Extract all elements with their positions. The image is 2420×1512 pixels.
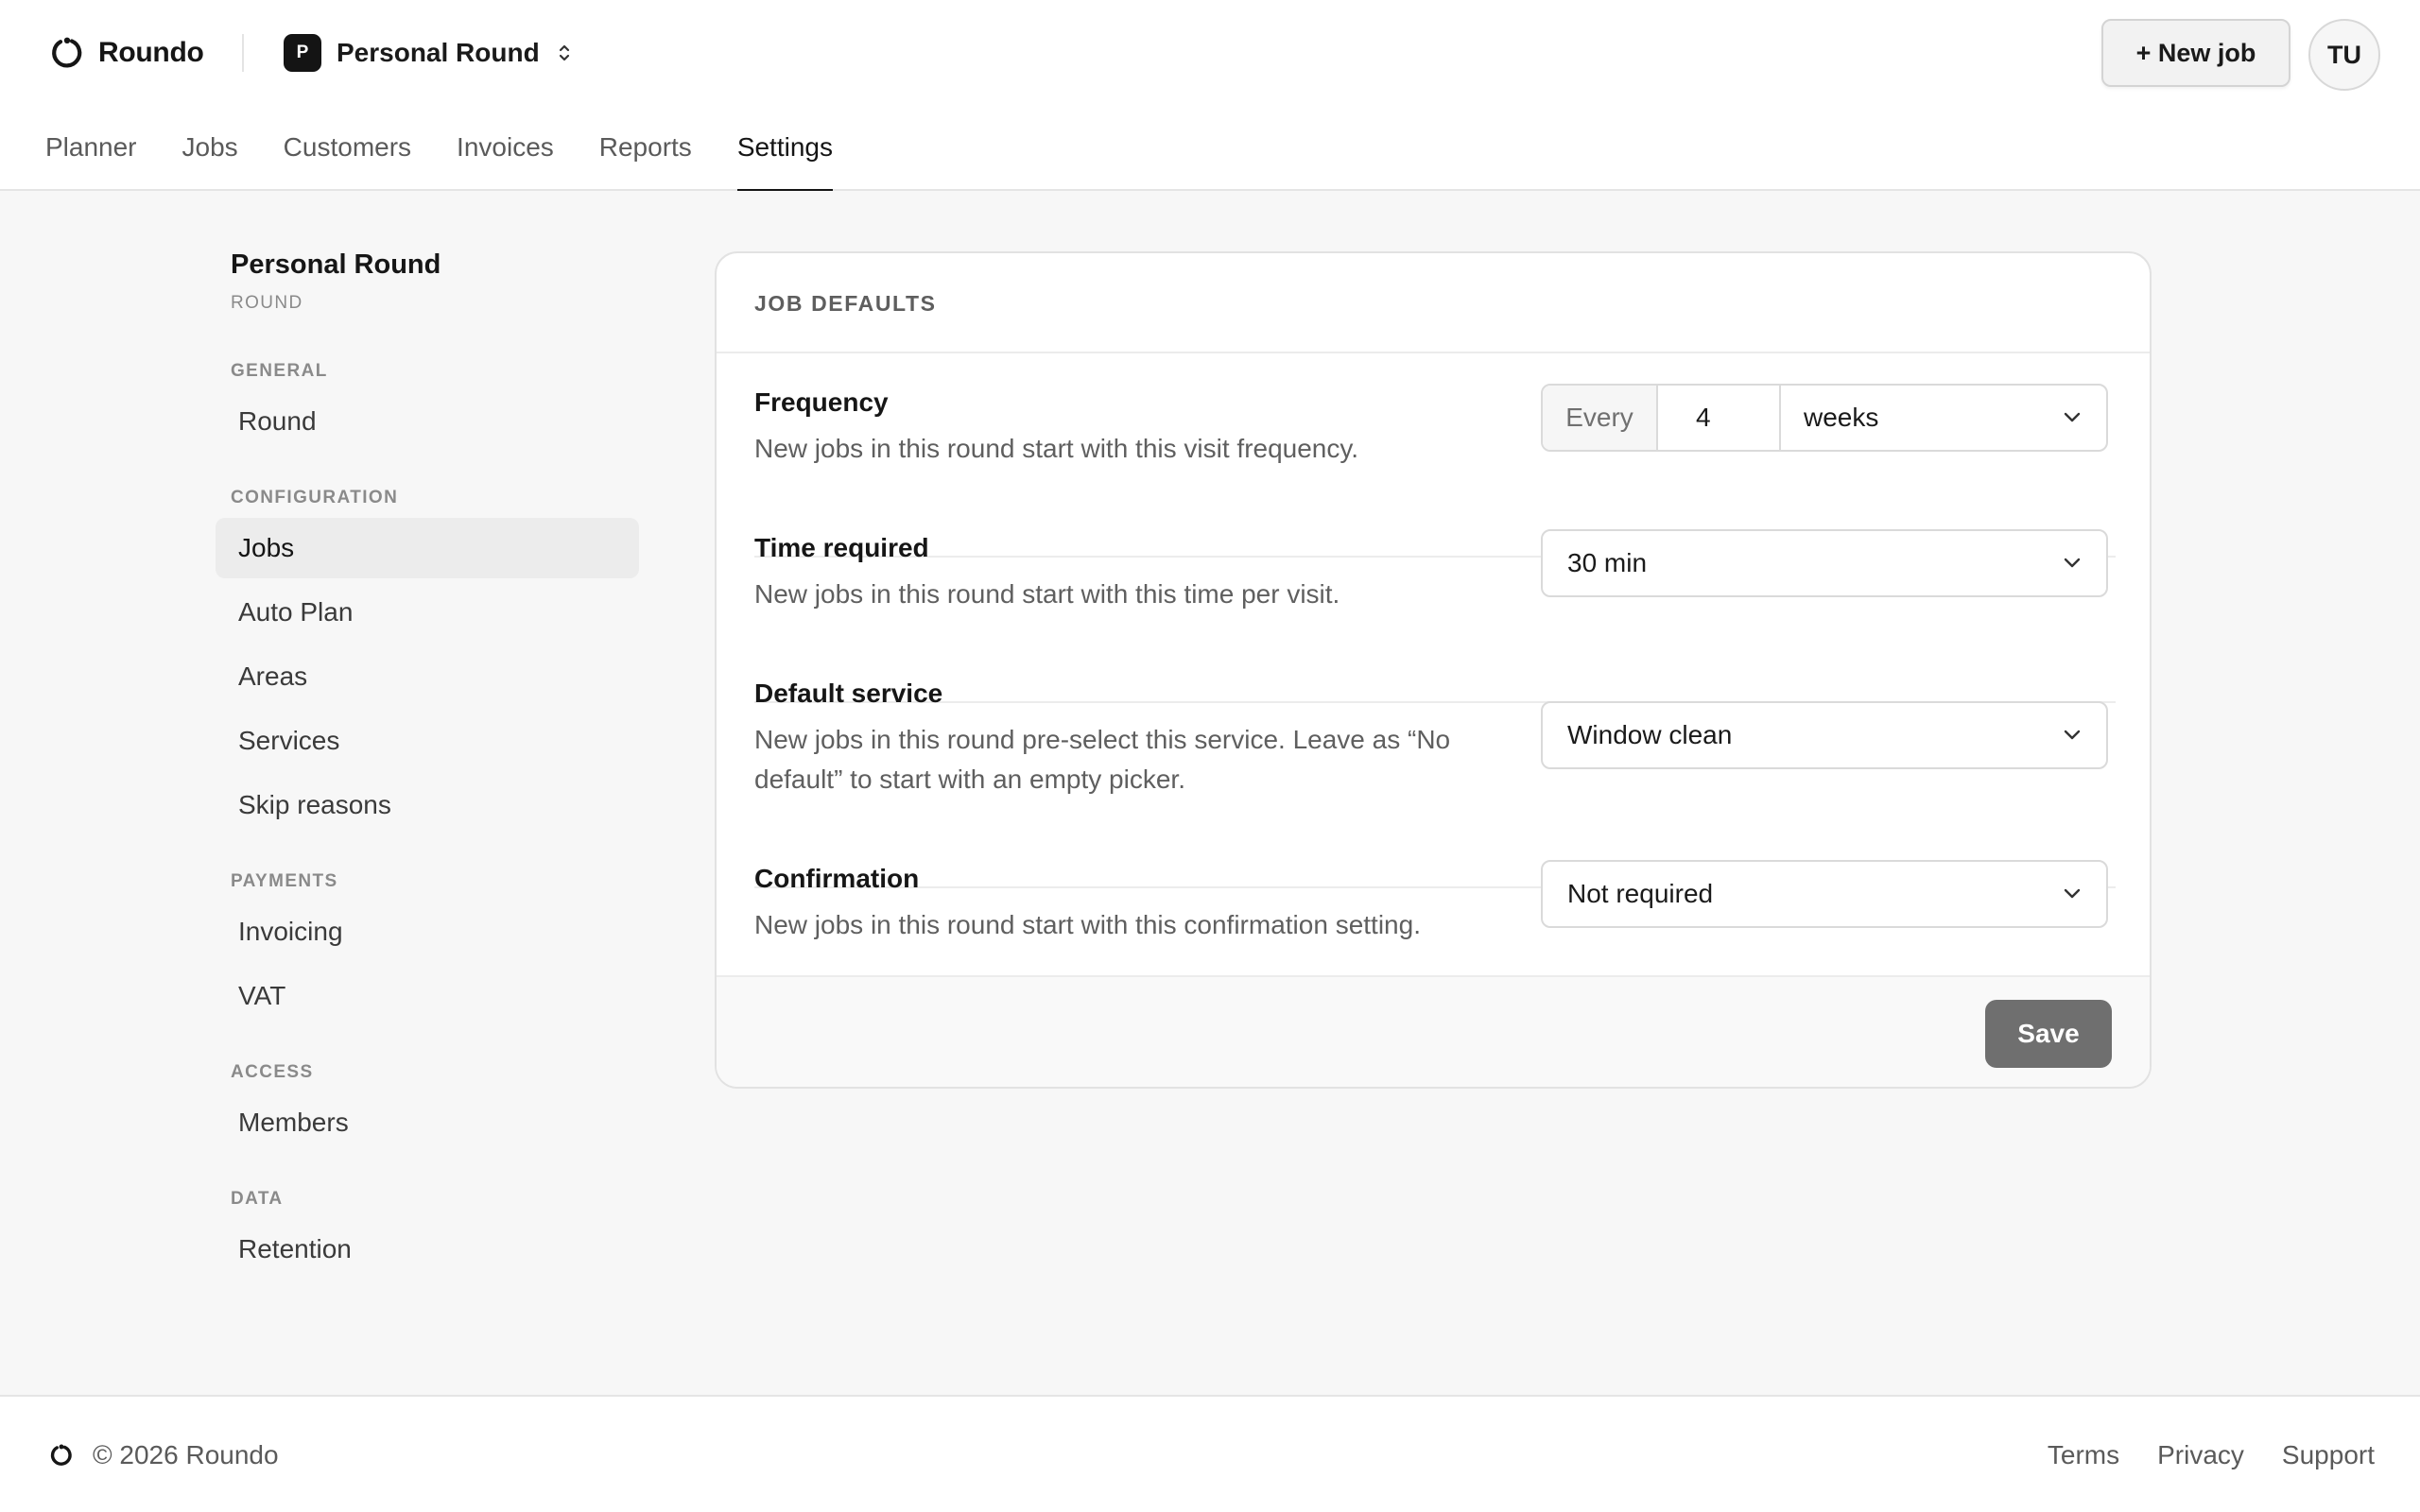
time-required-row: Time required New jobs in this round sta… [754, 529, 2116, 637]
footer-links: Terms Privacy Support [2010, 1438, 2375, 1472]
main-content: Personal Round ROUND GENERAL Round CONFI… [0, 191, 2420, 1395]
new-job-button[interactable]: + New job [2101, 19, 2290, 87]
sidebar-item-areas[interactable]: Areas [216, 646, 639, 707]
sidebar-section-access: ACCESS [231, 1062, 314, 1082]
default-service-select[interactable]: Window clean [1541, 701, 2108, 769]
sidebar-item-auto-plan[interactable]: Auto Plan [216, 582, 639, 643]
footer-copyright: © 2026 Roundo [93, 1440, 279, 1469]
confirmation-description: New jobs in this round start with this c… [754, 910, 1421, 939]
round-name: Personal Round [337, 38, 540, 67]
footer-link-terms[interactable]: Terms [2048, 1440, 2119, 1470]
sidebar-title: Personal Round [231, 249, 441, 280]
frequency-control: Every weeks [1541, 384, 2108, 452]
confirmation-select[interactable]: Not required [1541, 860, 2108, 928]
sidebar-item-retention[interactable]: Retention [216, 1219, 639, 1280]
card-footer: Save [717, 975, 2150, 1087]
sidebar-item-invoicing[interactable]: Invoicing [216, 902, 639, 962]
round-switcher[interactable]: P Personal Round [284, 34, 572, 72]
frequency-row: Frequency New jobs in this round start w… [754, 384, 2116, 491]
tab-settings[interactable]: Settings [736, 121, 834, 193]
tab-planner[interactable]: Planner [45, 121, 137, 191]
main-nav: Planner Jobs Customers Invoices Reports … [45, 121, 878, 193]
sidebar-item-services[interactable]: Services [216, 711, 639, 771]
header-divider [242, 34, 244, 72]
tab-invoices[interactable]: Invoices [457, 121, 554, 191]
sidebar-item-vat[interactable]: VAT [216, 966, 639, 1026]
chevron-down-icon [2064, 730, 2081, 740]
time-required-value: 30 min [1567, 548, 1648, 577]
sidebar-item-jobs[interactable]: Jobs [216, 518, 639, 578]
save-button[interactable]: Save [1985, 1000, 2112, 1068]
chevron-down-icon [2064, 888, 2081, 899]
tab-reports[interactable]: Reports [599, 121, 692, 191]
avatar[interactable]: TU [2308, 19, 2380, 91]
sidebar-section-data: DATA [231, 1189, 284, 1209]
roundo-logo-icon [50, 1444, 72, 1466]
frequency-description: New jobs in this round start with this v… [754, 434, 1359, 463]
frequency-number-input[interactable] [1658, 386, 1781, 450]
roundo-logo-icon [52, 37, 82, 68]
chevron-up-down-icon [559, 44, 569, 61]
chevron-down-icon [2064, 412, 2081, 422]
default-service-value: Window clean [1567, 720, 1733, 749]
job-defaults-card: JOB DEFAULTS Frequency New jobs in this … [715, 251, 2152, 1089]
confirmation-row: Confirmation New jobs in this round star… [754, 860, 2116, 968]
card-divider [717, 352, 2150, 353]
sidebar-item-round[interactable]: Round [216, 391, 639, 452]
sidebar-item-members[interactable]: Members [216, 1092, 639, 1153]
confirmation-title: Confirmation [754, 864, 920, 893]
top-header: Roundo P Personal Round + New job TU Pla… [0, 0, 2420, 193]
sidebar-section-payments: PAYMENTS [231, 871, 338, 891]
frequency-unit-select[interactable]: weeks [1781, 386, 2106, 450]
card-heading: JOB DEFAULTS [754, 291, 937, 316]
confirmation-value: Not required [1567, 879, 1714, 908]
footer-brand: © 2026 Roundo [49, 1438, 279, 1472]
footer-link-support[interactable]: Support [2282, 1440, 2375, 1470]
sidebar-subtitle: ROUND [231, 293, 303, 313]
brand[interactable]: Roundo [49, 32, 204, 74]
frequency-title: Frequency [754, 387, 889, 417]
sidebar-section-configuration: CONFIGURATION [231, 488, 399, 507]
page-footer: © 2026 Roundo Terms Privacy Support [0, 1395, 2420, 1512]
sidebar-section-general: GENERAL [231, 361, 328, 381]
round-badge: P [284, 34, 321, 72]
tab-jobs[interactable]: Jobs [182, 121, 238, 191]
default-service-row: Default service New jobs in this round p… [754, 679, 2116, 811]
chevron-down-icon [2064, 558, 2081, 568]
sidebar-item-skip-reasons[interactable]: Skip reasons [216, 775, 639, 835]
frequency-prefix: Every [1543, 386, 1658, 450]
time-required-description: New jobs in this round start with this t… [754, 579, 1340, 609]
time-required-select[interactable]: 30 min [1541, 529, 2108, 597]
tab-customers[interactable]: Customers [284, 121, 411, 191]
frequency-unit-value: weeks [1804, 403, 1879, 432]
footer-link-privacy[interactable]: Privacy [2157, 1440, 2244, 1470]
brand-name: Roundo [98, 37, 204, 68]
time-required-title: Time required [754, 533, 929, 562]
default-service-title: Default service [754, 679, 943, 708]
default-service-description: New jobs in this round pre-select this s… [754, 725, 1451, 794]
